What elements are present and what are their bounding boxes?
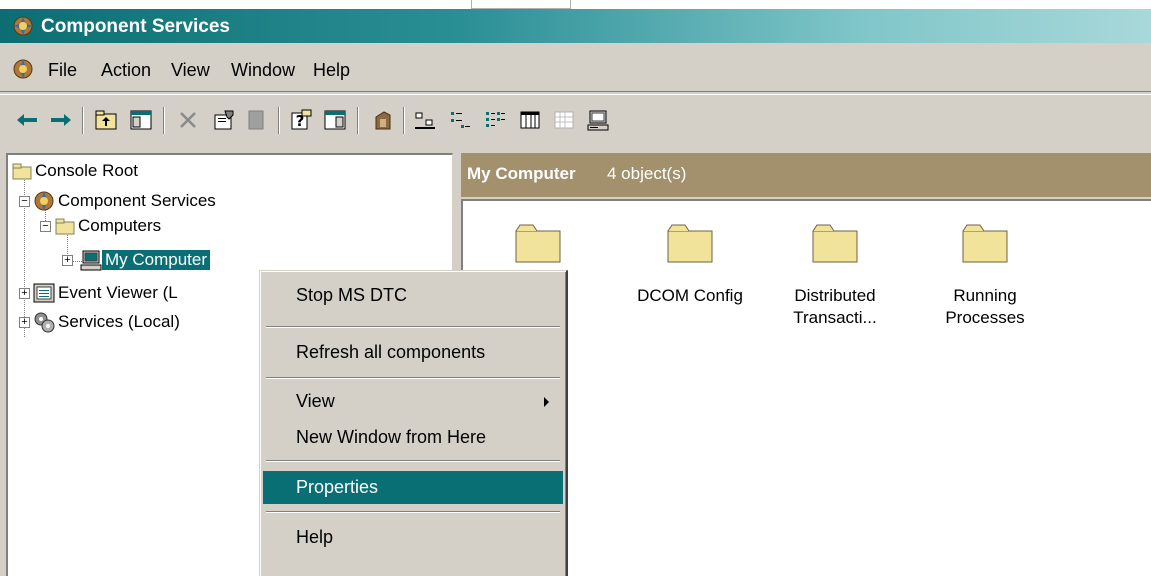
object-count: 4 object(s) — [607, 164, 687, 183]
context-menu: Stop MS DTC Refresh all components View … — [259, 270, 568, 576]
list-item-distributed-transaction[interactable]: Distributed Transacti... — [780, 223, 890, 343]
toolbar-separator — [357, 107, 359, 134]
item-label-line2: Processes — [945, 308, 1025, 327]
menu-item-new-window-from-here[interactable]: New Window from Here — [263, 421, 563, 454]
component-services-icon — [34, 191, 54, 211]
tree-item-label: Component Services — [58, 191, 216, 210]
result-pane-title: My Computer — [467, 164, 576, 183]
window-title: Component Services — [41, 16, 230, 37]
title-bar[interactable]: Component Services — [0, 9, 1151, 43]
item-label-line1: Running — [953, 286, 1017, 305]
help-icon[interactable]: ? — [288, 108, 314, 132]
item-label: DCOM Config — [637, 286, 743, 305]
toolbar-separator — [82, 107, 84, 134]
component-services-window: Component Services File Action View Wind… — [0, 0, 1151, 576]
delete-icon[interactable] — [175, 108, 201, 132]
export-icon[interactable] — [244, 108, 270, 132]
menu-item-help[interactable]: Help — [263, 521, 563, 554]
computer-icon — [80, 250, 102, 271]
small-icons-icon[interactable] — [447, 108, 473, 132]
tree-item-label: Event Viewer (L — [58, 283, 178, 302]
toolbar-separator — [163, 107, 165, 134]
collapse-toggle[interactable]: − — [40, 221, 51, 232]
up-folder-icon[interactable] — [93, 108, 119, 132]
menu-item-refresh-all-components[interactable]: Refresh all components — [263, 336, 563, 369]
gears-icon — [34, 312, 55, 333]
action-pane-icon[interactable] — [322, 108, 348, 132]
top-strip — [0, 0, 1151, 9]
view-icon[interactable] — [551, 108, 577, 132]
tree-item-label: Computers — [78, 216, 162, 235]
event-viewer-icon — [33, 283, 55, 303]
details-icon[interactable] — [517, 108, 543, 132]
folder-icon — [962, 224, 1008, 263]
submenu-arrow-icon — [544, 397, 549, 407]
menu-separator — [266, 326, 560, 328]
list-item-running-processes[interactable]: Running Processes — [930, 223, 1040, 343]
menu-action[interactable]: Action — [101, 60, 151, 81]
menu-separator — [266, 511, 560, 513]
top-tab — [471, 0, 571, 9]
expand-toggle[interactable]: + — [19, 288, 30, 299]
tree-item-computers[interactable]: Computers — [55, 214, 164, 238]
back-arrow-icon[interactable] — [14, 108, 40, 132]
tree-item-my-computer[interactable]: My Computer — [80, 248, 211, 272]
expand-toggle[interactable]: + — [19, 317, 30, 328]
tree-item-services-local[interactable]: Services (Local) — [33, 310, 183, 334]
collapse-toggle[interactable]: − — [19, 196, 30, 207]
folder-icon — [667, 224, 713, 263]
list-item-dcom-config[interactable]: DCOM Config — [635, 223, 745, 343]
forward-arrow-icon[interactable] — [48, 108, 74, 132]
tree-item-component-services[interactable]: Component Services — [33, 189, 219, 213]
large-icons-icon[interactable] — [412, 108, 438, 132]
new-icon[interactable] — [370, 108, 396, 132]
menu-bar: File Action View Window Help — [0, 48, 1151, 92]
tree-item-label: Services (Local) — [58, 312, 180, 331]
menu-item-label: View — [296, 391, 335, 411]
computer-icon[interactable] — [585, 108, 611, 132]
list-icon[interactable] — [482, 108, 508, 132]
folder-icon — [55, 218, 75, 234]
menu-separator — [266, 377, 560, 379]
expand-toggle[interactable]: + — [62, 255, 73, 266]
tree-item-label: Console Root — [35, 161, 139, 180]
menu-item-stop-ms-dtc[interactable]: Stop MS DTC — [263, 279, 563, 312]
menu-item-properties[interactable]: Properties — [263, 471, 563, 504]
folder-icon — [812, 224, 858, 263]
toolbar-separator — [278, 107, 280, 134]
menu-window[interactable]: Window — [231, 60, 295, 81]
menu-item-view[interactable]: View — [263, 385, 563, 418]
menu-view[interactable]: View — [171, 60, 210, 81]
tree-item-console-root[interactable]: Console Root — [12, 159, 141, 183]
show-hide-tree-icon[interactable] — [128, 108, 154, 132]
menu-help[interactable]: Help — [313, 60, 350, 81]
folder-icon — [12, 163, 32, 179]
tree-item-event-viewer[interactable]: Event Viewer (L — [33, 281, 181, 305]
toolbar-separator — [403, 107, 405, 134]
folder-icon — [515, 224, 561, 263]
item-label-line2: Transacti... — [793, 308, 877, 327]
item-label-line1: Distributed — [794, 286, 876, 305]
menu-file[interactable]: File — [48, 60, 77, 81]
tree-item-label: My Computer — [102, 250, 211, 270]
toolbar: ? — [0, 94, 1151, 142]
component-services-icon — [12, 15, 34, 37]
system-menu-icon[interactable] — [12, 58, 34, 80]
menu-separator — [266, 460, 560, 462]
result-pane-header: My Computer 4 object(s) — [461, 153, 1151, 197]
properties-icon[interactable] — [211, 108, 237, 132]
